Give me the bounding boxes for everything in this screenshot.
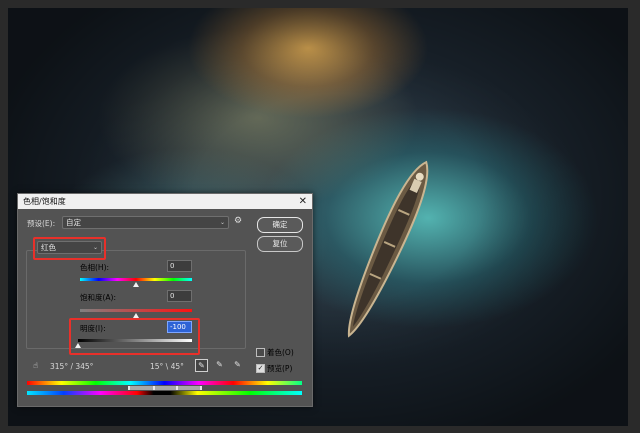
preset-select[interactable]: 自定 ⌄	[62, 216, 229, 229]
saturation-slider[interactable]	[80, 309, 192, 312]
range-left-readout: 315° / 345°	[50, 362, 94, 371]
preset-label: 预设(E):	[27, 219, 56, 228]
range-handle-right-outer[interactable]	[200, 386, 202, 390]
dialog-titlebar: 色相/饱和度 ✕	[18, 194, 312, 209]
eyedropper-plus-icon[interactable]: ✎	[214, 359, 225, 370]
eyedropper-icon[interactable]: ✎	[195, 359, 208, 372]
highlight-box-channel	[33, 237, 106, 260]
hue-input[interactable]: 0	[167, 260, 192, 272]
saturation-input[interactable]: 0	[167, 290, 192, 302]
colorize-checkbox[interactable]	[256, 348, 265, 357]
range-handle-left-inner[interactable]	[153, 386, 155, 390]
gear-icon[interactable]: ⚙	[234, 216, 242, 226]
close-icon[interactable]: ✕	[299, 194, 307, 209]
saturation-label: 饱和度(A):	[80, 293, 117, 302]
boat-image	[347, 160, 429, 338]
range-adjust-bar[interactable]	[128, 386, 202, 390]
output-spectrum-bar	[27, 391, 302, 395]
range-handle-right-inner[interactable]	[176, 386, 178, 390]
hand-target-icon[interactable]: ☝	[30, 360, 41, 371]
ok-button[interactable]: 确定	[257, 217, 303, 233]
preview-checkbox[interactable]: ✓	[256, 364, 265, 373]
hue-slider-thumb[interactable]	[133, 282, 139, 287]
highlight-box-lightness	[69, 318, 200, 355]
input-spectrum-bar	[27, 381, 302, 385]
range-handle-left-outer[interactable]	[128, 386, 130, 390]
hue-label: 色相(H):	[80, 263, 110, 272]
dialog-title: 色相/饱和度	[23, 197, 66, 206]
range-right-readout: 15° \ 45°	[150, 362, 184, 371]
chevron-down-icon: ⌄	[219, 219, 225, 226]
eyedropper-minus-icon[interactable]: ✎	[232, 359, 243, 370]
preview-label: 预览(P)	[267, 364, 293, 373]
colorize-label: 着色(O)	[267, 348, 294, 357]
preset-select-value: 自定	[66, 218, 81, 227]
reset-button[interactable]: 复位	[257, 236, 303, 252]
hue-slider[interactable]	[80, 278, 192, 281]
